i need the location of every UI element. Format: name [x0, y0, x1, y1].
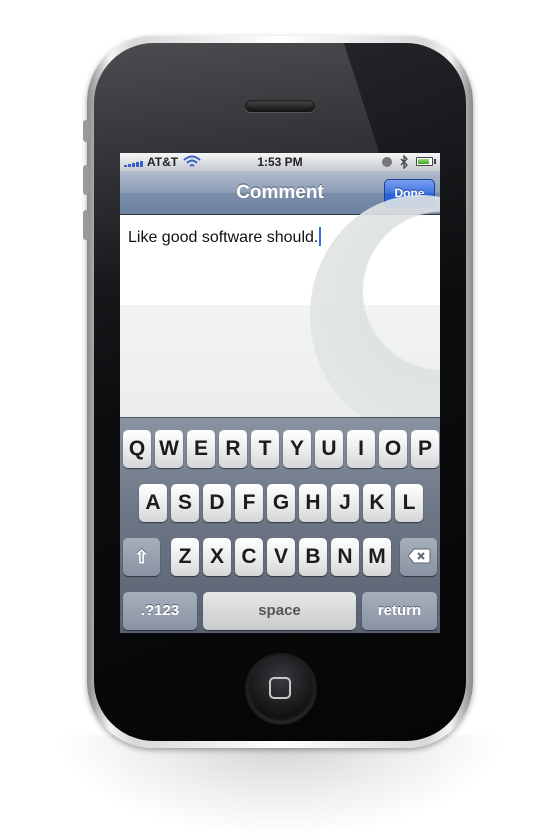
- volume-up-button[interactable]: [83, 165, 89, 195]
- key-r[interactable]: R: [219, 430, 247, 468]
- key-i[interactable]: I: [347, 430, 375, 468]
- key-d[interactable]: D: [203, 484, 231, 522]
- status-time: 1:53 PM: [257, 155, 303, 169]
- status-bar: AT&T 1:53 PM: [120, 153, 440, 171]
- battery-tip: [434, 159, 436, 164]
- keyboard: Q W E R T Y U I O P A S D F G H J K L ⇧ …: [120, 417, 440, 633]
- key-x[interactable]: X: [203, 538, 231, 576]
- comment-text-area[interactable]: Like good software should.: [120, 195, 440, 435]
- key-a[interactable]: A: [139, 484, 167, 522]
- key-o[interactable]: O: [379, 430, 407, 468]
- battery-level: [418, 159, 429, 164]
- bluetooth-icon: [400, 155, 408, 169]
- text-cursor: [319, 227, 322, 246]
- key-k[interactable]: K: [363, 484, 391, 522]
- phone-reflection: [60, 735, 500, 835]
- delete-icon: [406, 548, 430, 564]
- key-w[interactable]: W: [155, 430, 183, 468]
- key-f[interactable]: F: [235, 484, 263, 522]
- alarm-icon: [382, 157, 392, 167]
- key-q[interactable]: Q: [123, 430, 151, 468]
- battery-icon: [416, 157, 433, 166]
- key-h[interactable]: H: [299, 484, 327, 522]
- delete-key[interactable]: [400, 538, 437, 576]
- key-b[interactable]: B: [299, 538, 327, 576]
- key-e[interactable]: E: [187, 430, 215, 468]
- comment-text-wrapper: Like good software should.: [128, 227, 322, 247]
- numbers-key[interactable]: .?123: [123, 592, 197, 630]
- key-c[interactable]: C: [235, 538, 263, 576]
- key-v[interactable]: V: [267, 538, 295, 576]
- key-y[interactable]: Y: [283, 430, 311, 468]
- home-button[interactable]: [247, 655, 315, 723]
- key-j[interactable]: J: [331, 484, 359, 522]
- key-u[interactable]: U: [315, 430, 343, 468]
- key-s[interactable]: S: [171, 484, 199, 522]
- screen: AT&T 1:53 PM Comment Done Like good soft…: [120, 153, 440, 633]
- comment-text: Like good software should.: [128, 229, 319, 246]
- key-m[interactable]: M: [363, 538, 391, 576]
- key-t[interactable]: T: [251, 430, 279, 468]
- key-n[interactable]: N: [331, 538, 359, 576]
- earpiece-speaker: [245, 100, 315, 112]
- home-square-icon: [269, 677, 291, 699]
- shift-icon: ⇧: [133, 547, 150, 567]
- shift-key[interactable]: ⇧: [123, 538, 160, 576]
- mute-switch[interactable]: [83, 120, 89, 142]
- space-bar[interactable]: space: [203, 592, 356, 630]
- key-p[interactable]: P: [411, 430, 439, 468]
- volume-down-button[interactable]: [83, 210, 89, 240]
- key-g[interactable]: G: [267, 484, 295, 522]
- key-l[interactable]: L: [395, 484, 423, 522]
- return-key[interactable]: return: [362, 592, 437, 630]
- key-z[interactable]: Z: [171, 538, 199, 576]
